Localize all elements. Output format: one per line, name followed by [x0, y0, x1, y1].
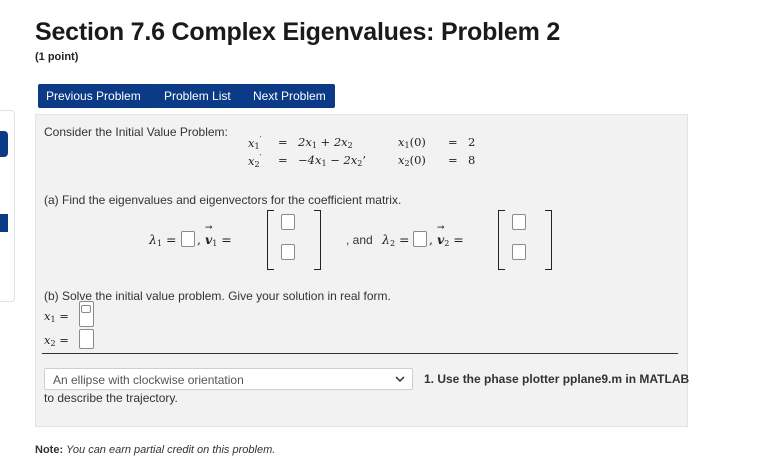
v1-input-top[interactable]	[281, 214, 295, 230]
x2-input[interactable]	[79, 329, 94, 349]
ic2-value: 8	[468, 153, 476, 167]
side-tab-top[interactable]	[0, 131, 8, 157]
and-text: , and	[346, 233, 373, 247]
v2-label: , v → 2 =	[429, 223, 464, 248]
page-title: Section 7.6 Complex Eigenvalues: Problem…	[35, 18, 561, 46]
lambda2-input[interactable]	[413, 231, 427, 247]
v2-input-top[interactable]	[512, 214, 526, 230]
eq1-equals: =	[278, 135, 288, 149]
next-problem-button[interactable]: Next Problem	[245, 84, 335, 108]
ic2-lhs: x2(0)	[398, 153, 426, 168]
chevron-down-icon	[395, 376, 405, 383]
lambda1-input[interactable]	[181, 231, 195, 247]
part-a-text: (a) Find the eigenvalues and eigenvector…	[44, 193, 402, 207]
problem-panel: Consider the Initial Value Problem: x1′ …	[35, 114, 690, 427]
v1-bracket-left	[267, 210, 274, 270]
lambda2-label: λ2 =	[382, 232, 410, 248]
intro-text: Consider the Initial Value Problem:	[44, 125, 228, 139]
x1-input-inner[interactable]	[81, 305, 91, 313]
partial-credit-note: Note: You can earn partial credit on thi…	[35, 444, 275, 456]
problem-list-button[interactable]: Problem List	[156, 84, 249, 108]
v2-bracket-left	[498, 210, 505, 270]
v1-input-bottom[interactable]	[281, 244, 295, 260]
trajectory-select[interactable]: An ellipse with clockwise orientation	[44, 368, 413, 390]
v1-bracket-right	[314, 210, 321, 270]
eq2-equals: =	[278, 153, 288, 167]
side-tab-bottom[interactable]	[0, 214, 8, 232]
v2-input-bottom[interactable]	[512, 244, 526, 260]
points-label: (1 point)	[35, 51, 79, 63]
ic2-equals: =	[448, 153, 458, 167]
v1-label: , v → 1 =	[197, 223, 232, 248]
x2-label: x2 =	[44, 333, 69, 348]
ic1-lhs: x1(0)	[398, 135, 426, 150]
eq1-rhs: 2x1 + 2x2	[298, 135, 353, 150]
previous-problem-button[interactable]: Previous Problem	[38, 84, 158, 108]
ic1-value: 2	[468, 135, 476, 149]
ic1-equals: =	[448, 135, 458, 149]
divider	[42, 353, 678, 354]
x1-label: x1 =	[44, 309, 69, 324]
part-b-text: (b) Solve the initial value problem. Giv…	[44, 289, 391, 303]
eq2-rhs: −4x1 − 2x2’	[298, 153, 367, 168]
eq1-lhs: x1′	[248, 135, 262, 151]
select-tail-text: to describe the trajectory.	[44, 391, 178, 405]
select-hint: 1. Use the phase plotter pplane9.m in MA…	[424, 372, 690, 386]
trajectory-select-value: An ellipse with clockwise orientation	[53, 373, 244, 387]
lambda1-label: λ1 =	[149, 232, 177, 248]
v2-bracket-right	[545, 210, 552, 270]
note-label: Note:	[35, 444, 64, 456]
eq2-lhs: x2′	[248, 153, 262, 169]
note-text: You can earn partial credit on this prob…	[66, 444, 276, 456]
